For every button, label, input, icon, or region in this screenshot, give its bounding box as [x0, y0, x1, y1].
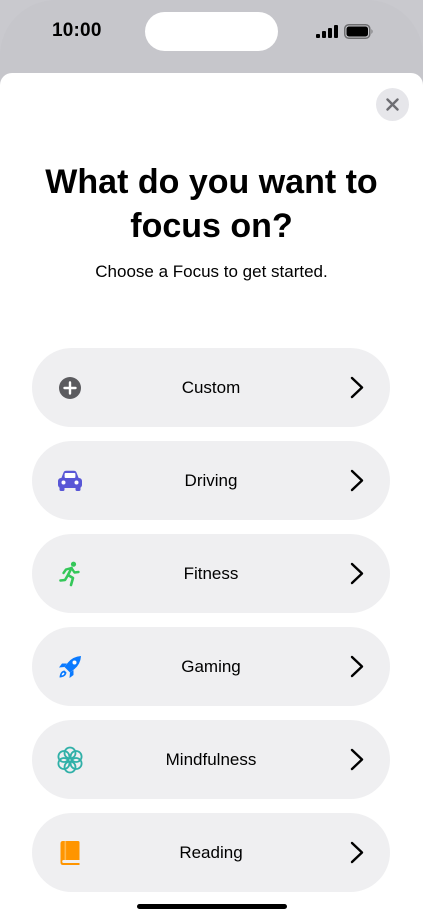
dynamic-island — [145, 12, 278, 51]
phone-screen: 10:00 What do you want to focus on? Choo… — [0, 0, 423, 918]
chevron-right-icon — [350, 562, 364, 585]
focus-option-reading[interactable]: Reading — [32, 813, 390, 892]
focus-option-label: Gaming — [181, 657, 241, 676]
battery-icon — [344, 24, 373, 39]
chevron-right-icon — [350, 376, 364, 399]
focus-option-custom[interactable]: Custom — [32, 348, 390, 427]
status-time: 10:00 — [52, 20, 102, 41]
status-bar: 10:00 — [0, 0, 423, 70]
focus-options-list: Custom Driving Fitness Gaming Mindfulnes… — [32, 348, 390, 906]
close-icon — [386, 98, 399, 111]
page-title: What do you want to focus on? — [45, 163, 378, 245]
page-subtitle: Choose a Focus to get started. — [95, 262, 328, 281]
focus-option-label: Driving — [184, 471, 238, 490]
focus-option-gaming[interactable]: Gaming — [32, 627, 390, 706]
focus-option-label: Reading — [179, 843, 243, 862]
focus-option-label: Fitness — [183, 564, 239, 583]
home-indicator[interactable] — [137, 904, 287, 909]
focus-option-label: Custom — [181, 378, 241, 397]
chevron-right-icon — [350, 655, 364, 678]
focus-option-label: Mindfulness — [165, 750, 257, 769]
chevron-right-icon — [350, 841, 364, 864]
chevron-right-icon — [350, 469, 364, 492]
focus-option-driving[interactable]: Driving — [32, 441, 390, 520]
cellular-signal-icon — [316, 25, 338, 38]
chevron-right-icon — [350, 748, 364, 771]
focus-option-mindfulness[interactable]: Mindfulness — [32, 720, 390, 799]
focus-setup-sheet: What do you want to focus on? Choose a F… — [0, 73, 423, 918]
close-button[interactable] — [376, 88, 409, 121]
focus-option-fitness[interactable]: Fitness — [32, 534, 390, 613]
